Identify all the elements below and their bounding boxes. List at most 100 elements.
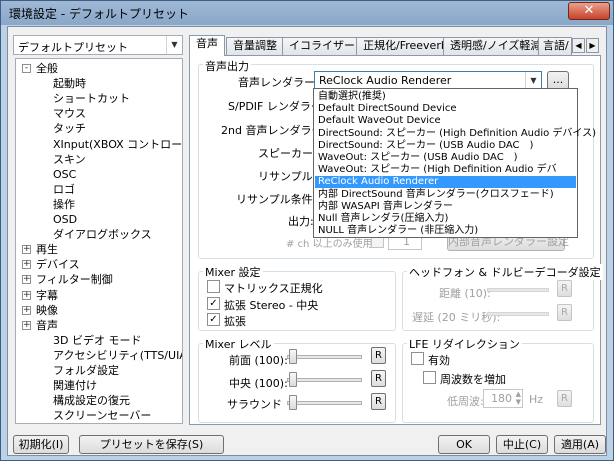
expand-checkbox[interactable]: ✓ — [207, 313, 220, 326]
delay-slider[interactable] — [487, 312, 549, 316]
tree-item-label: ショートカット — [53, 92, 130, 106]
renderer-option[interactable]: ReClock Audio Renderer — [315, 176, 576, 189]
tab-language[interactable]: 言語/ — [538, 37, 572, 55]
save-preset-button[interactable]: プリセットを保存(S) — [79, 435, 224, 454]
tree-item-label: OSD — [53, 213, 78, 226]
lfe-enable-label: 有効 — [428, 354, 450, 367]
renderer-option[interactable]: DirectSound: スピーカー (High Definition Audi… — [315, 128, 596, 140]
tree-item-label: ロゴ — [53, 182, 75, 196]
center-reset-button[interactable]: R — [371, 370, 386, 387]
renderer-option[interactable]: WaveOut: スピーカー (High Definition Audio デバ — [315, 164, 576, 176]
tree-item-label: 音声 — [36, 318, 58, 332]
renderer-dropdown-list[interactable]: 自動選択(推奨) Default DirectSound Device Defaul… — [313, 88, 596, 238]
headphone-title: ヘッドフォン & ドルビーデコーダ設定 — [407, 264, 603, 280]
title-bar[interactable]: 環境設定 - デフォルトプリセット ✕ — [1, 1, 613, 25]
tree-item-label: 字幕 — [36, 288, 58, 302]
initialize-button[interactable]: 初期化(I) — [13, 435, 69, 454]
preset-select-value: デフォルトプリセット — [18, 41, 128, 54]
tree-item-label: フォルダ設定 — [53, 364, 119, 377]
stereo-expand-label: 拡張 Stereo - 中央 — [224, 299, 319, 312]
renderer-option[interactable]: DirectSound: スピーカー (USB Audio DAC ) — [315, 140, 576, 152]
renderer-option[interactable]: 内部 DirectSound 音声レンダラー(クロスフェード) — [315, 189, 576, 201]
distance-slider[interactable] — [487, 288, 549, 292]
expand-icon[interactable]: + — [22, 320, 31, 330]
renderer-option[interactable]: WaveOut: スピーカー (USB Audio DAC ) — [315, 152, 576, 164]
tree-item-label: タッチ — [53, 122, 86, 136]
delay-reset-button[interactable]: R — [557, 304, 572, 321]
expand-icon[interactable]: + — [22, 290, 31, 300]
tree-item-label: ダイアログボックス — [53, 228, 152, 242]
category-tree[interactable]: -全般起動時ショートカットマウスタッチXInput(XBOX コントローラ)スキ… — [15, 58, 183, 424]
chevron-down-icon: ▼ — [525, 72, 541, 89]
center-level-thumb[interactable] — [289, 372, 297, 387]
distance-reset-button[interactable]: R — [557, 280, 572, 297]
lfe-low-label: 低周波: — [447, 395, 484, 408]
tree-item-label: XInput(XBOX コントローラ) — [53, 137, 183, 151]
renderer-option[interactable]: Default DirectSound Device — [315, 103, 576, 115]
matrix-normalize-label: マトリックス正規化 — [224, 282, 323, 295]
lfe-enable-checkbox[interactable] — [411, 352, 424, 365]
apply-button[interactable]: 適用(A) — [554, 435, 606, 454]
tab-clarity[interactable]: 透明感/ノイズ軽減 — [443, 37, 549, 55]
expand-icon[interactable]: + — [22, 305, 31, 315]
tab-label: 透明感/ノイズ軽減 — [450, 39, 542, 52]
lfe-title: LFE リダイレクション — [407, 336, 522, 352]
center-level-slider[interactable] — [287, 378, 362, 382]
surround-level-thumb[interactable] — [289, 395, 297, 410]
lfe-increase-label: 周波数を増加 — [440, 373, 506, 386]
lfe-increase-checkbox[interactable] — [423, 371, 436, 384]
tab-normalize[interactable]: 正規化/Freeverb — [356, 37, 455, 55]
matrix-normalize-checkbox[interactable] — [207, 280, 220, 293]
tree-item-label: 操作 — [53, 197, 75, 211]
tab-label: 音量調整 — [233, 39, 277, 52]
collapse-icon[interactable]: - — [22, 64, 31, 73]
renderer-option[interactable]: Default WaveOut Device — [315, 115, 576, 127]
surround-level-slider[interactable] — [287, 401, 362, 405]
tab-label: 音声 — [196, 37, 218, 50]
mixer-level-title: Mixer レベル — [203, 336, 274, 352]
ok-button[interactable]: OK — [438, 435, 490, 454]
center-level-label: 中央 (100): — [229, 377, 288, 390]
tab-next-icon[interactable]: ▶ — [586, 38, 599, 53]
close-button[interactable]: ✕ — [568, 2, 610, 20]
expand-icon[interactable]: + — [22, 245, 31, 255]
expand-icon[interactable]: + — [22, 260, 31, 270]
front-level-label: 前面 (100): — [229, 354, 288, 367]
tree-item-label: 映像 — [36, 303, 58, 317]
tree-item-label: 再生 — [36, 243, 58, 257]
tab-label: 正規化/Freeverb — [363, 39, 448, 52]
tree-item-label: アクセシビリティ(TTS/UIA) — [53, 348, 183, 362]
tab-audio[interactable]: 音声 — [189, 35, 225, 56]
renderer-label: 音声レンダラー: — [238, 76, 319, 89]
tab-equalizer[interactable]: イコライザー — [282, 37, 362, 55]
renderer-option[interactable]: 自動選択(推奨) — [315, 91, 576, 103]
tab-label: 言語/ — [543, 39, 569, 52]
surround-reset-button[interactable]: R — [371, 393, 386, 410]
distance-label: 距離 (10): — [439, 287, 491, 300]
tree-item-label: スキン — [53, 152, 86, 166]
tab-label: イコライザー — [289, 39, 355, 52]
tree-item-label: マウス — [53, 107, 86, 121]
chevron-down-icon: ▼ — [166, 36, 182, 54]
tab-prev-icon[interactable]: ◀ — [572, 38, 585, 53]
lfe-reset-button[interactable]: R — [557, 390, 572, 407]
renderer-option[interactable]: Null 音声レンダラ(圧縮入力) — [315, 213, 576, 225]
spin-arrows-icon: ▲ ▼ — [515, 390, 521, 406]
renderer-option[interactable]: 内部 WASAPI 音声レンダラー — [315, 201, 576, 213]
tab-strip: 音声 音量調整 イコライザー 正規化/Freeverb 透明感/ノイズ軽減 言語… — [189, 35, 601, 56]
lfe-low-spinner[interactable]: 180 ▲ ▼ — [483, 389, 523, 408]
front-level-slider[interactable] — [287, 355, 362, 359]
stereo-expand-checkbox[interactable]: ✓ — [207, 297, 220, 310]
tree-item-label: 全般 — [36, 62, 58, 75]
mixer-settings-title: Mixer 設定 — [203, 264, 263, 280]
second-renderer-label: 2nd 音声レンダラー: — [221, 124, 327, 137]
audio-output-title: 音声出力 — [203, 58, 251, 74]
speaker-label: スピーカー: — [258, 147, 317, 160]
tab-volume[interactable]: 音量調整 — [226, 37, 284, 55]
front-level-thumb[interactable] — [289, 349, 297, 364]
preset-select[interactable]: デフォルトプリセット ▼ — [13, 35, 183, 55]
renderer-option[interactable]: NULL 音声レンダラー (非圧縮入力) — [315, 225, 576, 237]
front-reset-button[interactable]: R — [371, 347, 386, 364]
cancel-button[interactable]: 中止(C) — [496, 435, 548, 454]
expand-icon[interactable]: + — [22, 275, 31, 285]
